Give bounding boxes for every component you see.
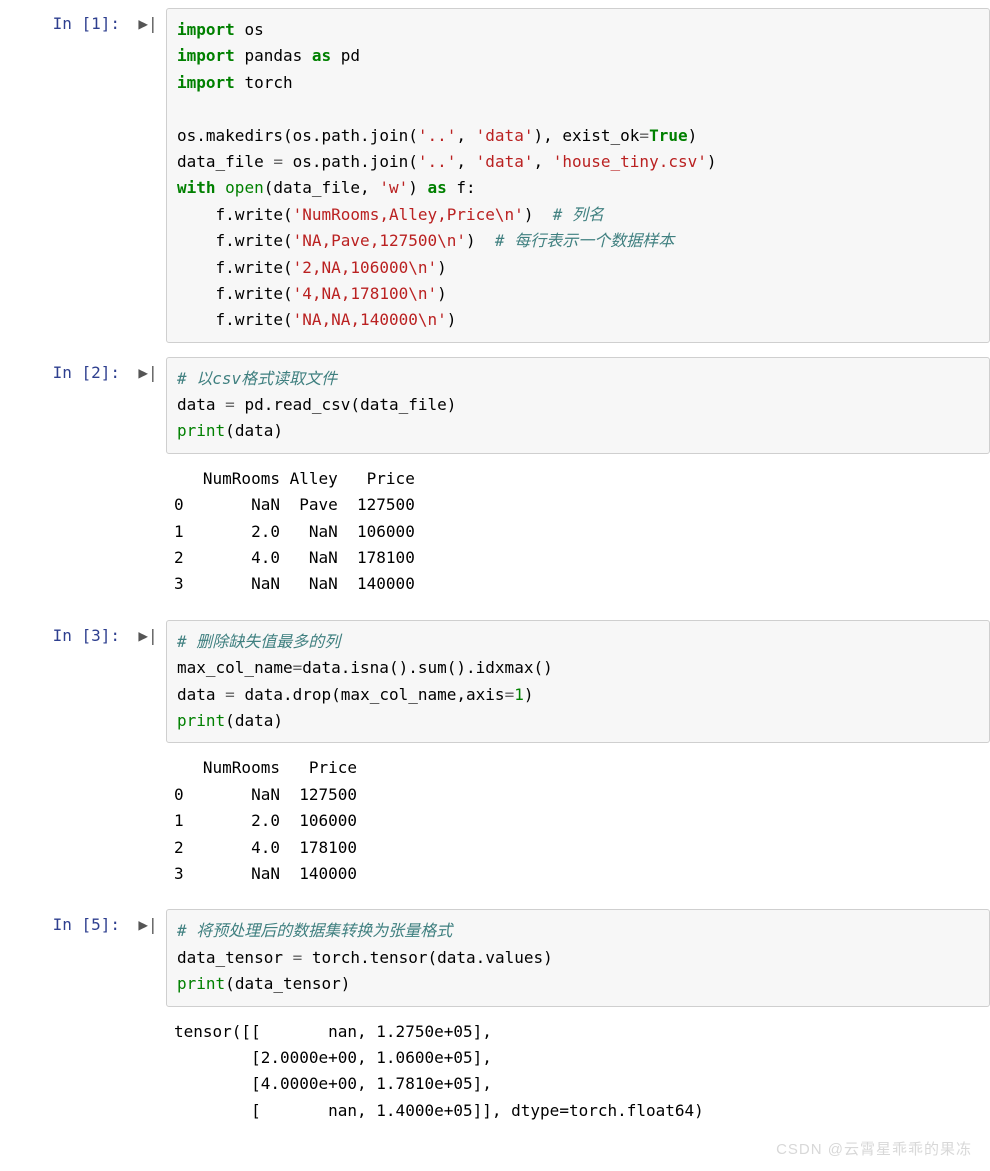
output-text: NumRooms Price 0 NaN 127500 1 2.0 106000… (174, 755, 990, 887)
code-text: # 将预处理后的数据集转换为张量格式 data_tensor = torch.t… (177, 918, 979, 997)
run-cell-icon[interactable]: ▶| (138, 917, 157, 933)
code-input[interactable]: # 将预处理后的数据集转换为张量格式 data_tensor = torch.t… (166, 909, 990, 1006)
run-cell-icon[interactable]: ▶| (138, 365, 157, 381)
code-text: import os import pandas as pd import tor… (177, 17, 979, 334)
cell-content: # 将预处理后的数据集转换为张量格式 data_tensor = torch.t… (166, 907, 990, 1138)
run-button-wrap: ▶| (130, 907, 166, 933)
cell-output: tensor([[ nan, 1.2750e+05], [2.0000e+00,… (166, 1013, 990, 1139)
code-text: # 以csv格式读取文件 data = pd.read_csv(data_fil… (177, 366, 979, 445)
input-prompt: In [1]: (0, 6, 130, 33)
cell-output: NumRooms Price 0 NaN 127500 1 2.0 106000… (166, 749, 990, 901)
cell-1: In [1]: ▶| import os import pandas as pd… (0, 0, 990, 349)
code-input[interactable]: # 以csv格式读取文件 data = pd.read_csv(data_fil… (166, 357, 990, 454)
run-cell-icon[interactable]: ▶| (138, 628, 157, 644)
cell-2: In [2]: ▶| # 以csv格式读取文件 data = pd.read_c… (0, 349, 990, 612)
run-button-wrap: ▶| (130, 355, 166, 381)
cell-content: import os import pandas as pd import tor… (166, 6, 990, 349)
cell-content: # 以csv格式读取文件 data = pd.read_csv(data_fil… (166, 355, 990, 612)
output-text: tensor([[ nan, 1.2750e+05], [2.0000e+00,… (174, 1019, 990, 1125)
code-input[interactable]: # 删除缺失值最多的列 max_col_name=data.isna().sum… (166, 620, 990, 744)
cell-3: In [3]: ▶| # 删除缺失值最多的列 max_col_name=data… (0, 612, 990, 902)
notebook: In [1]: ▶| import os import pandas as pd… (0, 0, 990, 1138)
cell-4: In [5]: ▶| # 将预处理后的数据集转换为张量格式 data_tenso… (0, 901, 990, 1138)
input-prompt: In [5]: (0, 907, 130, 934)
run-button-wrap: ▶| (130, 6, 166, 32)
cell-output: NumRooms Alley Price 0 NaN Pave 127500 1… (166, 460, 990, 612)
watermark-text: CSDN @云霄星乖乖的果冻 (776, 1138, 972, 1159)
cell-content: # 删除缺失值最多的列 max_col_name=data.isna().sum… (166, 618, 990, 902)
output-text: NumRooms Alley Price 0 NaN Pave 127500 1… (174, 466, 990, 598)
run-button-wrap: ▶| (130, 618, 166, 644)
run-cell-icon[interactable]: ▶| (138, 16, 157, 32)
input-prompt: In [2]: (0, 355, 130, 382)
input-prompt: In [3]: (0, 618, 130, 645)
code-input[interactable]: import os import pandas as pd import tor… (166, 8, 990, 343)
code-text: # 删除缺失值最多的列 max_col_name=data.isna().sum… (177, 629, 979, 735)
